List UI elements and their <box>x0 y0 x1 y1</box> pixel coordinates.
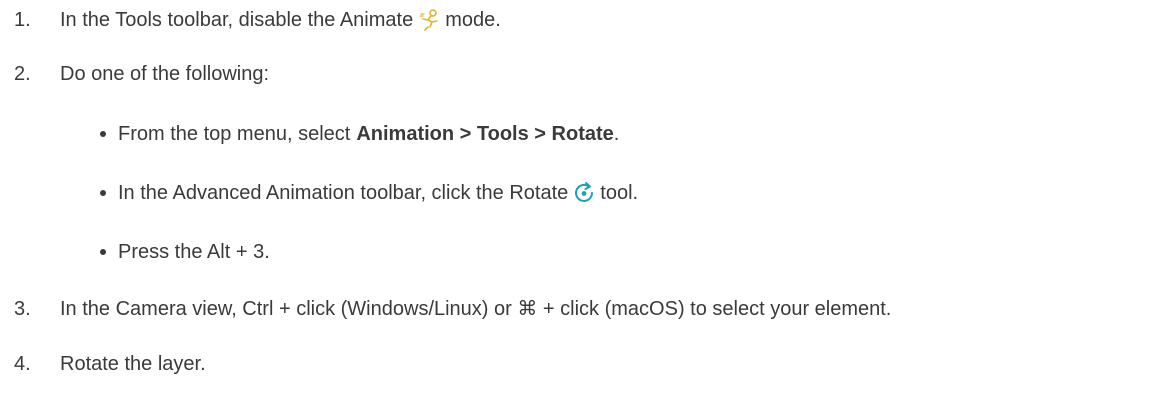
option-shortcut: Press the Alt + 3. <box>100 240 270 264</box>
step-number: 4. <box>14 353 31 375</box>
step-2: 2. Do one of the following: <box>0 62 269 86</box>
step-number: 1. <box>14 9 31 31</box>
rotate-tool-icon <box>572 181 596 205</box>
menu-path: Animation > Tools > Rotate <box>356 123 614 145</box>
option-menu: From the top menu, select Animation > To… <box>100 122 619 146</box>
step-3: 3. In the Camera view, Ctrl + click (Win… <box>0 297 891 321</box>
step-text-end: mode. <box>445 9 501 31</box>
option-text: Press the Alt + 3. <box>118 241 270 263</box>
step-4: 4. Rotate the layer. <box>0 352 206 376</box>
bullet-icon <box>100 249 106 255</box>
animate-icon <box>417 8 441 32</box>
step-text: Rotate the layer. <box>60 353 206 375</box>
bullet-icon <box>100 131 106 137</box>
option-text: In the Advanced Animation toolbar, click… <box>118 182 569 204</box>
option-toolbar: In the Advanced Animation toolbar, click… <box>100 181 638 205</box>
step-1: 1. In the Tools toolbar, disable the Ani… <box>0 8 501 32</box>
step-text: In the Tools toolbar, disable the Animat… <box>60 9 414 31</box>
instructions-document: 1. In the Tools toolbar, disable the Ani… <box>0 0 1150 396</box>
option-text: From the top menu, select <box>118 123 351 145</box>
step-number: 3. <box>14 298 31 320</box>
option-text-end: tool. <box>600 182 639 204</box>
option-text-end: . <box>613 123 620 145</box>
step-text: In the Camera view, Ctrl + click (Window… <box>60 298 892 320</box>
bullet-icon <box>100 190 106 196</box>
step-number: 2. <box>14 63 31 85</box>
step-text: Do one of the following: <box>60 63 270 85</box>
